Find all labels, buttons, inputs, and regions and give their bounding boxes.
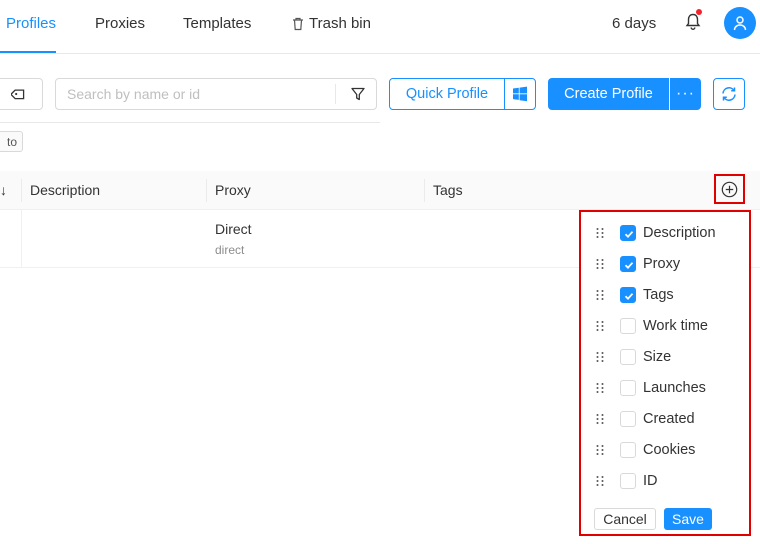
column-option-created[interactable]: Created <box>581 403 749 434</box>
column-option-label: Proxy <box>643 255 681 272</box>
checkbox[interactable] <box>620 317 636 334</box>
filter-icon <box>351 87 365 101</box>
search-box <box>55 78 377 110</box>
tab-trash-bin[interactable]: Trash bin <box>292 15 371 32</box>
drag-handle-icon[interactable] <box>595 289 605 301</box>
checkbox[interactable] <box>620 379 636 396</box>
column-separator <box>206 179 207 202</box>
bell-icon[interactable] <box>684 12 702 32</box>
column-header-tags[interactable]: Tags <box>433 182 463 198</box>
windows-icon <box>513 86 527 102</box>
trash-icon <box>293 17 303 30</box>
avatar[interactable] <box>724 7 756 39</box>
quick-profile-button[interactable]: Quick Profile <box>389 78 505 110</box>
tab-profiles[interactable]: Profiles <box>6 15 56 32</box>
filter-chip[interactable]: to <box>0 131 23 152</box>
drag-handle-icon[interactable] <box>595 413 605 425</box>
proxy-type: direct <box>215 243 245 257</box>
drag-handle-icon[interactable] <box>595 227 605 239</box>
column-settings-menu: Description Proxy Tags Work time Size La… <box>579 210 751 536</box>
column-option-label: Description <box>643 224 716 241</box>
column-option-label: ID <box>643 472 658 489</box>
drag-handle-icon[interactable] <box>595 258 605 270</box>
table-header: ↓ Description Proxy Tags <box>0 171 760 210</box>
checkbox[interactable] <box>620 441 636 458</box>
notification-dot <box>696 9 702 15</box>
tab-trash-bin-label: Trash bin <box>309 15 371 32</box>
search-input[interactable] <box>56 79 334 109</box>
search-separator <box>335 84 336 104</box>
drag-handle-icon[interactable] <box>595 475 605 487</box>
column-option-id[interactable]: ID <box>581 465 749 496</box>
drag-handle-icon[interactable] <box>595 444 605 456</box>
column-option-cookies[interactable]: Cookies <box>581 434 749 465</box>
refresh-icon <box>722 87 736 101</box>
column-option-size[interactable]: Size <box>581 341 749 372</box>
top-navigation: Profiles Proxies Templates Trash bin 6 d… <box>0 0 760 54</box>
checkbox[interactable] <box>620 286 636 303</box>
sort-arrow-icon[interactable]: ↓ <box>0 182 7 198</box>
more-options-button[interactable]: ··· <box>670 78 701 110</box>
tab-templates[interactable]: Templates <box>183 15 251 32</box>
checkbox[interactable] <box>620 224 636 241</box>
column-option-launches[interactable]: Launches <box>581 372 749 403</box>
checkbox[interactable] <box>620 348 636 365</box>
refresh-button[interactable] <box>713 78 745 110</box>
row-separator <box>21 210 22 268</box>
column-header-description[interactable]: Description <box>30 182 100 198</box>
column-option-label: Cookies <box>643 441 696 458</box>
days-remaining: 6 days <box>612 15 657 32</box>
column-option-work-time[interactable]: Work time <box>581 310 749 341</box>
tag-icon <box>10 89 24 100</box>
checkbox[interactable] <box>620 410 636 427</box>
column-option-tags[interactable]: Tags <box>581 279 749 310</box>
save-button[interactable]: Save <box>664 508 712 530</box>
tag-filter-button[interactable] <box>0 78 43 110</box>
column-option-label: Tags <box>643 286 674 303</box>
toolbar-divider <box>0 122 380 123</box>
plus-circle-icon <box>721 181 738 197</box>
user-icon <box>733 16 747 31</box>
checkbox[interactable] <box>620 255 636 272</box>
column-option-proxy[interactable]: Proxy <box>581 248 749 279</box>
column-option-description[interactable]: Description <box>581 217 749 248</box>
drag-handle-icon[interactable] <box>595 320 605 332</box>
column-option-label: Work time <box>643 317 708 334</box>
tab-proxies[interactable]: Proxies <box>95 15 145 32</box>
column-header-proxy[interactable]: Proxy <box>215 182 251 198</box>
os-select-button[interactable] <box>504 78 536 110</box>
drag-handle-icon[interactable] <box>595 351 605 363</box>
drag-handle-icon[interactable] <box>595 382 605 394</box>
column-option-label: Size <box>643 348 672 365</box>
active-tab-indicator <box>0 51 56 53</box>
column-settings-button[interactable] <box>714 174 745 204</box>
column-option-label: Created <box>643 410 695 427</box>
cancel-button[interactable]: Cancel <box>594 508 656 530</box>
filter-button[interactable] <box>340 79 376 109</box>
create-profile-button[interactable]: Create Profile <box>548 78 669 110</box>
column-separator <box>21 179 22 202</box>
column-separator <box>424 179 425 202</box>
proxy-value: Direct <box>215 221 252 237</box>
column-option-label: Launches <box>643 379 706 396</box>
checkbox[interactable] <box>620 472 636 489</box>
